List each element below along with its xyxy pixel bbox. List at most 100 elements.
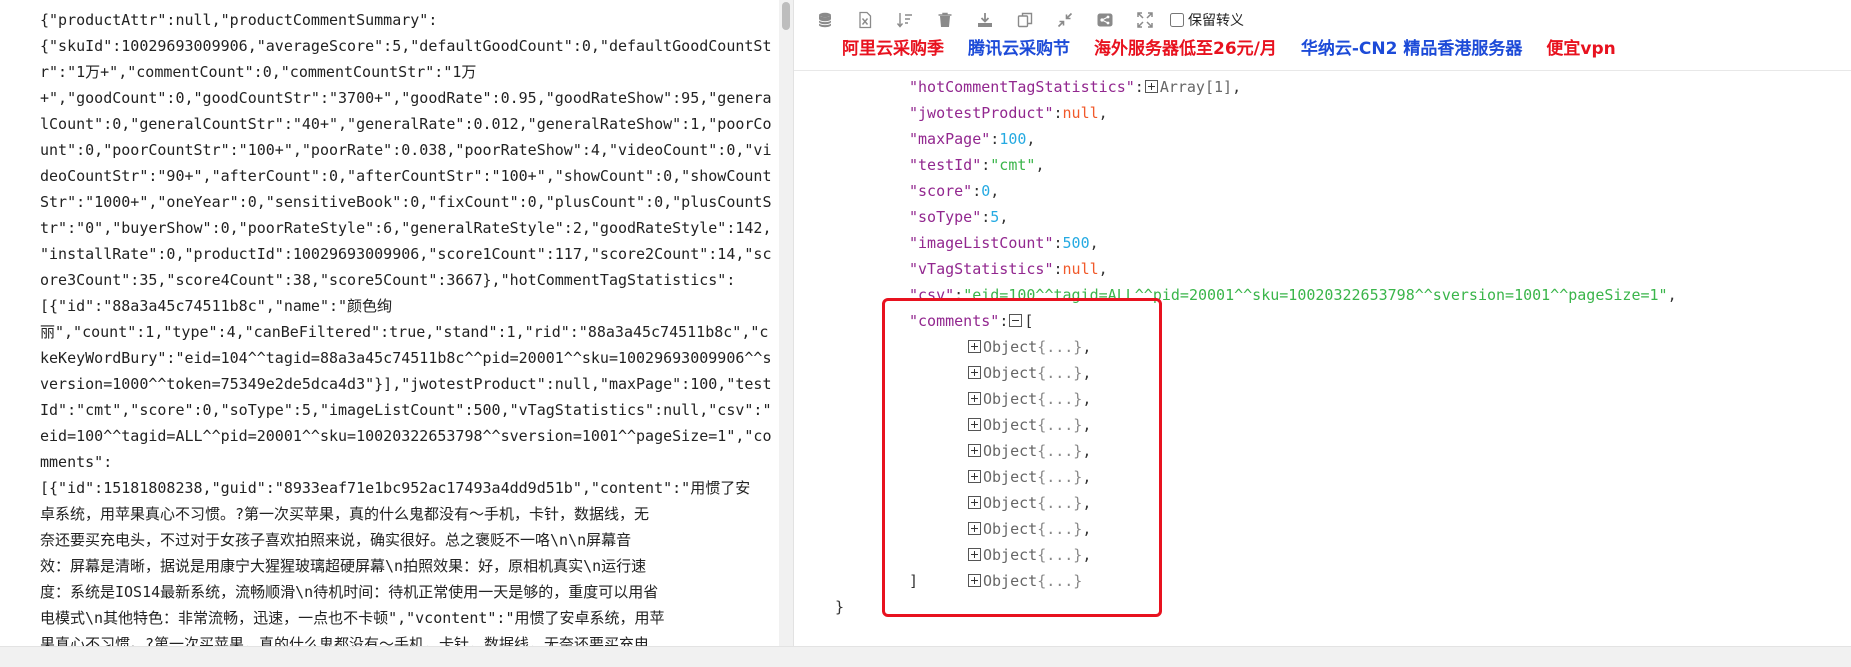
collapse-icon[interactable]: [1054, 9, 1076, 31]
expand-toggle-icon[interactable]: [968, 418, 981, 431]
json-line-csv: "csv":"eid=100^^tagid=ALL^^pid=20001^^sk…: [909, 286, 1677, 304]
json-key: "soType": [909, 208, 982, 226]
collapse-toggle-icon[interactable]: [1009, 314, 1023, 327]
json-value: "cmt": [990, 156, 1036, 174]
sort-icon[interactable]: [894, 9, 916, 31]
json-tree-view: "hotCommentTagStatistics": Array[1], "jwo…: [794, 74, 1851, 646]
keep-escape-checkbox[interactable]: [1170, 13, 1184, 27]
array-open-bracket: [: [1024, 312, 1034, 330]
expand-toggle-icon[interactable]: [968, 548, 981, 561]
comment-object-item[interactable]: Object{...},: [967, 490, 1091, 516]
raw-json-pane[interactable]: {"productAttr":null,"productCommentSumma…: [0, 0, 779, 646]
comment-object-item[interactable]: Object{...},: [967, 516, 1091, 542]
expand-toggle-icon[interactable]: [1144, 80, 1158, 93]
item-separator: ,: [1082, 390, 1092, 408]
json-key: "vTagStatistics": [909, 260, 1054, 278]
item-separator: ,: [1082, 338, 1092, 356]
json-key: "csv": [909, 286, 955, 304]
expand-toggle-icon[interactable]: [968, 392, 981, 405]
item-separator: ,: [1082, 520, 1092, 538]
json-value: 100: [999, 130, 1027, 148]
expand-toggle-icon[interactable]: [968, 522, 981, 535]
json-value: 5: [990, 208, 1000, 226]
object-collapsed: {...}: [1037, 390, 1083, 408]
json-line-hotCommentTagStatistics: "hotCommentTagStatistics": Array[1],: [909, 78, 1242, 96]
expand-toggle-icon[interactable]: [968, 496, 981, 509]
json-value: 500: [1062, 234, 1090, 252]
json-line-vTagStatistics: "vTagStatistics":null,: [909, 260, 1108, 278]
ad-link[interactable]: 阿里云采购季: [842, 34, 944, 59]
comment-object-item[interactable]: Object{...},: [967, 412, 1091, 438]
expand-toggle-icon[interactable]: [968, 366, 981, 379]
ad-links: 阿里云采购季 腾讯云采购节 海外服务器低至26元/月 华纳云-CN2 精品香港服务器便…: [842, 34, 1640, 59]
comment-object-item[interactable]: Object{...},: [967, 542, 1091, 568]
object-label: Object: [983, 468, 1038, 486]
object-label: Object: [983, 546, 1038, 564]
object-collapsed: {...}: [1037, 520, 1083, 538]
json-value: null: [1062, 260, 1099, 278]
left-scrollbar[interactable]: [779, 0, 793, 646]
comment-object-item[interactable]: Object{...},: [967, 334, 1091, 360]
object-label: Object: [983, 364, 1038, 382]
expand-icon[interactable]: [1134, 9, 1156, 31]
left-scrollbar-thumb[interactable]: [782, 2, 790, 30]
expand-toggle-icon[interactable]: [968, 470, 981, 483]
object-collapsed: {...}: [1037, 494, 1083, 512]
comment-object-item[interactable]: Object{...},: [967, 360, 1091, 386]
comment-object-item[interactable]: Object{...},: [967, 438, 1091, 464]
object-label: Object: [983, 442, 1038, 460]
item-separator: ,: [1082, 546, 1092, 564]
json-value: 0: [981, 182, 991, 200]
ad-link[interactable]: 便宜vpn: [1546, 34, 1615, 59]
json-line-imageListCount: "imageListCount":500,: [909, 234, 1099, 252]
object-collapsed: {...}: [1037, 416, 1083, 434]
object-collapsed: {...}: [1037, 364, 1083, 382]
expand-toggle-icon[interactable]: [968, 444, 981, 457]
expand-toggle-icon[interactable]: [968, 574, 981, 587]
item-separator: ,: [1082, 416, 1092, 434]
collapsed-array[interactable]: Array[1]: [1160, 78, 1232, 96]
share-icon[interactable]: [1094, 9, 1116, 31]
database-icon[interactable]: [814, 9, 836, 31]
json-key: "hotCommentTagStatistics": [909, 78, 1135, 96]
json-key: "testId": [909, 156, 982, 174]
object-close-brace: }: [835, 598, 845, 616]
object-label: Object: [983, 520, 1038, 538]
json-line-maxPage: "maxPage":100,: [909, 130, 1036, 148]
keep-escape-option[interactable]: 保留转义: [1170, 10, 1244, 30]
json-key: "comments": [909, 312, 1000, 330]
json-viewer-pane: 保留转义 阿里云采购季 腾讯云采购节 海外服务器低至26元/月 华纳云-CN2 精品香…: [794, 0, 1851, 646]
delete-icon[interactable]: [934, 9, 956, 31]
object-collapsed: {...}: [1037, 442, 1083, 460]
expand-toggle-icon[interactable]: [968, 340, 981, 353]
object-collapsed: {...}: [1037, 468, 1083, 486]
toolbar-divider: [794, 70, 1851, 71]
json-line-comments: "comments":[: [909, 312, 1034, 330]
raw-json-text[interactable]: {"productAttr":null,"productCommentSumma…: [40, 7, 772, 646]
comment-object-item[interactable]: Object{...}: [967, 568, 1082, 594]
object-collapsed: {...}: [1037, 572, 1083, 590]
copy-icon[interactable]: [1014, 9, 1036, 31]
download-icon[interactable]: [974, 9, 996, 31]
json-line-comments-close: ]: [909, 568, 918, 594]
comment-object-item[interactable]: Object{...},: [967, 464, 1091, 490]
ad-link[interactable]: 华纳云-CN2 精品香港服务器: [1301, 34, 1523, 59]
ad-link[interactable]: 海外服务器低至26元/月: [1094, 34, 1277, 59]
json-line-score: "score":0,: [909, 182, 1000, 200]
object-label: Object: [983, 338, 1038, 356]
json-key: "jwotestProduct": [909, 104, 1054, 122]
json-line-root-close: }: [835, 594, 844, 620]
json-value: "eid=100^^tagid=ALL^^pid=20001^^sku=1002…: [963, 286, 1668, 304]
toolbar: 保留转义: [814, 6, 1244, 34]
excel-export-icon[interactable]: [854, 9, 876, 31]
comment-object-item[interactable]: Object{...},: [967, 386, 1091, 412]
object-collapsed: {...}: [1037, 546, 1083, 564]
item-separator: ,: [1082, 494, 1092, 512]
object-label: Object: [983, 390, 1038, 408]
json-line-jwotestProduct: "jwotestProduct":null,: [909, 104, 1108, 122]
object-collapsed: {...}: [1037, 338, 1083, 356]
ad-link[interactable]: 腾讯云采购节: [968, 34, 1070, 59]
bottom-status-bar: [0, 646, 1851, 667]
item-separator: ,: [1082, 364, 1092, 382]
object-label: Object: [983, 416, 1038, 434]
